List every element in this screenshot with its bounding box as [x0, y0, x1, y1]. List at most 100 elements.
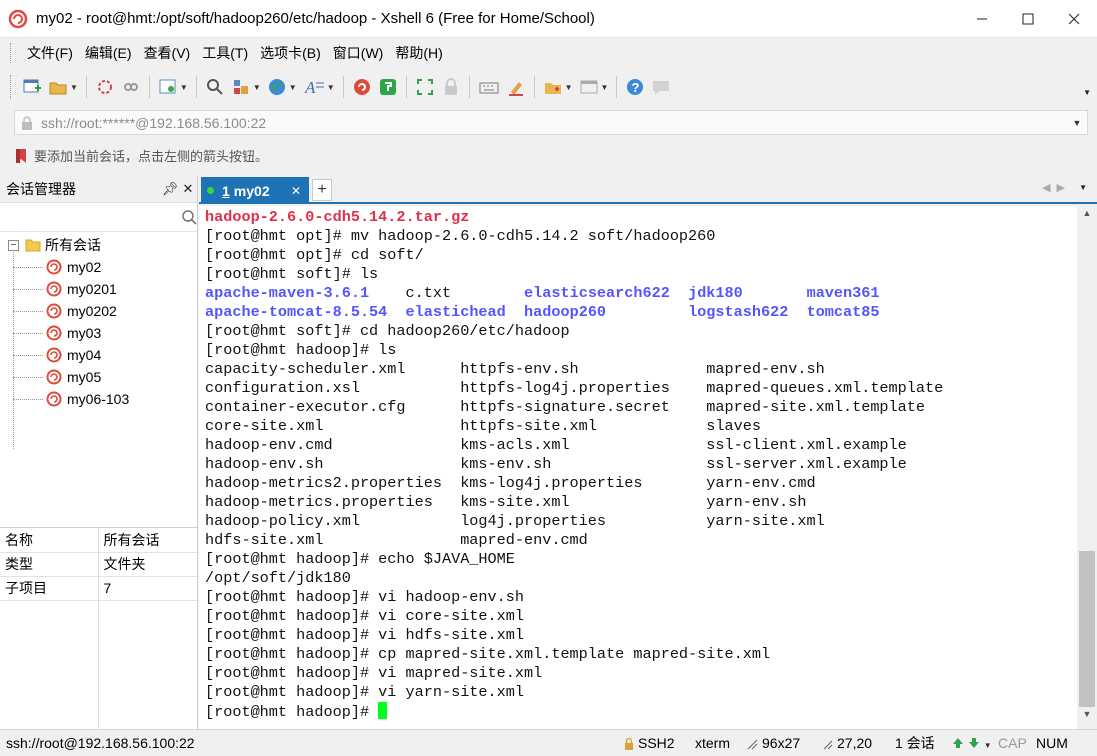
xftp-icon: [379, 79, 396, 95]
open-session-button[interactable]: ▼: [48, 74, 78, 100]
tab-scroll-arrows-icon[interactable]: ◀▶: [1042, 181, 1071, 194]
cursor-position-icon: [823, 740, 833, 750]
help-button[interactable]: ?: [625, 74, 645, 100]
add-tab-button[interactable]: +: [312, 179, 332, 201]
fullscreen-button[interactable]: [415, 74, 435, 100]
window-button[interactable]: ▼: [579, 74, 608, 100]
disconnect-button[interactable]: [121, 74, 141, 100]
terminal-cursor: [378, 702, 388, 719]
menu-tools[interactable]: 工具(T): [196, 38, 254, 68]
terminal-text: hadoop-metrics.properties kms-site.xml y…: [205, 493, 807, 511]
panel-close-icon[interactable]: ✕: [179, 181, 197, 197]
property-row: 类型 文件夹: [0, 552, 197, 577]
close-button[interactable]: [1051, 0, 1097, 38]
highlight-button[interactable]: [506, 74, 526, 100]
transfer-dropdown-icon[interactable]: ▼: [984, 741, 992, 750]
status-sessions: 1 会话: [895, 735, 935, 751]
xshell-spiral-icon: [46, 325, 62, 341]
layout-button[interactable]: ▼: [231, 74, 261, 100]
font-button[interactable]: A ▼: [303, 74, 335, 100]
lock-button[interactable]: [441, 74, 461, 100]
status-transfer: ▼: [952, 730, 992, 756]
terminal-text: [root@hmt hadoop]# ls: [205, 341, 397, 359]
maximize-button[interactable]: [1005, 0, 1051, 38]
session-item[interactable]: my04: [0, 344, 197, 366]
menu-file[interactable]: 文件(F): [21, 38, 79, 68]
new-session-button[interactable]: [22, 74, 42, 100]
pin-icon[interactable]: 📌︎: [161, 181, 179, 197]
xshell-button[interactable]: [352, 74, 372, 100]
folder-icon: [25, 239, 41, 252]
tab-strip: 1 my02 ✕ + ◀▶ ▼: [199, 175, 1097, 204]
address-field: ▼: [14, 110, 1088, 135]
terminal-text: logstash622: [688, 303, 789, 321]
menu-edit[interactable]: 编辑(E): [79, 38, 138, 68]
toolbar-grip: [10, 75, 13, 99]
toolbar-separator: [195, 76, 197, 98]
status-caps-lock: CAP: [998, 735, 1027, 751]
terminal-line: apache-maven-3.6.1 c.txt elasticsearch62…: [205, 284, 1077, 303]
properties-button[interactable]: ▼: [158, 74, 188, 100]
tab-list-dropdown-icon[interactable]: ▼: [1079, 183, 1087, 192]
toolbar-overflow-icon[interactable]: ▼: [1083, 88, 1091, 97]
xshell-spiral-icon: [46, 303, 62, 319]
tree-root-all-sessions[interactable]: − 所有会话: [0, 234, 197, 256]
find-button[interactable]: [205, 74, 225, 100]
arrow-up-icon: [953, 738, 963, 748]
chat-button[interactable]: [651, 74, 671, 100]
session-item[interactable]: my02: [0, 256, 197, 278]
bookmark-icon[interactable]: [14, 148, 28, 164]
collapse-icon[interactable]: −: [8, 239, 19, 251]
session-hint-bar: 要添加当前会话，点击左侧的箭头按钮。: [0, 138, 1097, 173]
session-item[interactable]: my0202: [0, 300, 197, 322]
scroll-down-icon[interactable]: ▼: [1077, 709, 1097, 727]
tab-close-icon[interactable]: ✕: [291, 184, 301, 198]
new-folder-button[interactable]: ▼: [543, 74, 573, 100]
xshell-spiral-icon: [46, 281, 62, 297]
keyboard-button[interactable]: [478, 74, 500, 100]
terminal-output[interactable]: hadoop-2.6.0-cdh5.14.2.tar.gz [root@hmt o…: [199, 206, 1077, 729]
terminal-line: [root@hmt hadoop]# vi core-site.xml: [205, 607, 1077, 626]
menu-view[interactable]: 查看(V): [138, 38, 197, 68]
tab-my02[interactable]: 1 my02 ✕: [201, 177, 309, 204]
menu-bar: 文件(F) 编辑(E) 查看(V) 工具(T) 选项卡(B) 窗口(W) 帮助(…: [0, 38, 1097, 68]
scroll-up-icon[interactable]: ▲: [1077, 208, 1097, 226]
terminal-text: hadoop-policy.xml log4j.properties yarn-…: [205, 512, 825, 530]
minimize-button[interactable]: [959, 0, 1005, 38]
xftp-button[interactable]: [378, 74, 398, 100]
property-row: 名称 所有会话: [0, 528, 197, 553]
scrollbar-thumb[interactable]: [1079, 551, 1095, 707]
connected-status-icon: [207, 187, 214, 194]
menu-tab[interactable]: 选项卡(B): [254, 38, 327, 68]
new-session-icon: [23, 79, 41, 93]
toolbar-separator: [616, 76, 618, 98]
reconnect-icon: [97, 80, 112, 94]
terminal-line: hadoop-policy.xml log4j.properties yarn-…: [205, 512, 1077, 531]
menu-help[interactable]: 帮助(H): [389, 38, 448, 68]
menu-window[interactable]: 窗口(W): [327, 38, 390, 68]
terminal-line: [root@hmt hadoop]# vi hdfs-site.xml: [205, 626, 1077, 645]
session-item[interactable]: my06-103: [0, 388, 197, 410]
terminal-line: capacity-scheduler.xml httpfs-env.sh map…: [205, 360, 1077, 379]
status-bar: ssh://root@192.168.56.100:22 SSH2 xterm …: [0, 729, 1097, 756]
close-icon: [1068, 13, 1080, 24]
terminal-text: /opt/soft/jdk180: [205, 569, 351, 587]
address-input[interactable]: [41, 114, 1067, 131]
session-item[interactable]: my03: [0, 322, 197, 344]
terminal-scrollbar[interactable]: ▲ ▼: [1077, 206, 1097, 729]
globe-button[interactable]: ▼: [267, 74, 297, 100]
session-item[interactable]: my0201: [0, 278, 197, 300]
session-item[interactable]: my05: [0, 366, 197, 388]
status-size: 96x27: [747, 730, 800, 756]
search-icon[interactable]: [180, 209, 197, 225]
lock-icon: [444, 78, 457, 95]
address-dropdown-icon[interactable]: ▼: [1067, 118, 1087, 128]
xshell-spiral-icon: [46, 347, 62, 363]
terminal-text: apache-maven-3.6.1: [205, 284, 370, 302]
terminal-text: [root@hmt soft]# ls: [205, 265, 379, 283]
terminal-line: core-site.xml httpfs-site.xml slaves: [205, 417, 1077, 436]
session-search-input[interactable]: [0, 206, 180, 228]
reconnect-button[interactable]: [95, 74, 115, 100]
terminal-text: [root@hmt hadoop]# echo $JAVA_HOME: [205, 550, 515, 568]
toolbar-separator: [342, 76, 344, 98]
